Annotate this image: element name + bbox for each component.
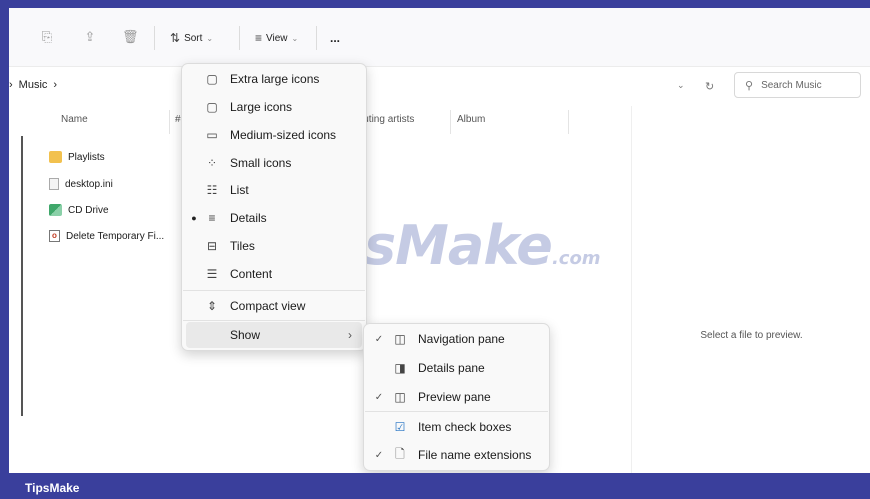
navigation-pane-edge bbox=[21, 136, 23, 416]
preview-pane: Select a file to preview. bbox=[631, 106, 870, 473]
footer-brand-text: TipsMake bbox=[25, 481, 80, 495]
address-bar-row: › Music › ⌄ ↻ ⚲ Search Music bbox=[9, 68, 870, 104]
menu-item-content[interactable]: ☰ Content bbox=[186, 261, 272, 287]
file-name: CD Drive bbox=[68, 204, 109, 216]
list-item[interactable]: desktop.ini bbox=[49, 175, 113, 193]
column-header-album[interactable]: Album bbox=[457, 114, 485, 125]
preview-placeholder-text: Select a file to preview. bbox=[700, 330, 803, 341]
view-icon: ≡ bbox=[255, 31, 263, 45]
menu-item-details-pane[interactable]: ◨ Details pane bbox=[368, 355, 484, 381]
search-icon: ⚲ bbox=[745, 79, 754, 92]
small-icons-icon: ⁘ bbox=[206, 156, 218, 170]
search-input[interactable]: ⚲ Search Music bbox=[734, 72, 861, 98]
file-name: Delete Temporary Fi... bbox=[66, 230, 165, 242]
checkmark-icon: ✓ bbox=[374, 391, 384, 403]
share-icon[interactable]: ⇪ bbox=[82, 29, 98, 45]
footer-bar: TipsMake bbox=[0, 473, 870, 499]
menu-separator bbox=[365, 411, 548, 412]
details-icon: ≡ bbox=[208, 211, 216, 225]
menu-item-small-icons[interactable]: ⁘ Small icons bbox=[186, 150, 291, 176]
file-name: desktop.ini bbox=[65, 178, 113, 190]
file-name: Playlists bbox=[68, 151, 105, 163]
tiles-icon: ⊟ bbox=[206, 239, 218, 253]
breadcrumb-separator: › bbox=[9, 79, 13, 91]
sort-button[interactable]: ⇅ Sort ⌄ bbox=[170, 27, 213, 49]
copy-icon[interactable]: ⎘ bbox=[39, 29, 55, 45]
column-header-name[interactable]: Name bbox=[61, 114, 88, 125]
menu-item-navigation-pane[interactable]: ✓ ◫ Navigation pane bbox=[368, 326, 505, 352]
toolbar-divider bbox=[316, 26, 317, 50]
menu-item-tiles[interactable]: ⊟ Tiles bbox=[186, 233, 255, 259]
ini-file-icon bbox=[49, 178, 59, 190]
details-pane-icon: ◨ bbox=[394, 361, 406, 375]
toolbar-divider bbox=[154, 26, 155, 50]
more-options-button[interactable]: ... bbox=[330, 27, 340, 49]
menu-separator bbox=[183, 320, 365, 321]
search-placeholder: Search Music bbox=[761, 79, 822, 91]
toolbar-divider bbox=[239, 26, 240, 50]
menu-item-medium-icons[interactable]: ▭ Medium-sized icons bbox=[186, 122, 336, 148]
refresh-icon[interactable]: ↻ bbox=[705, 80, 714, 93]
selected-bullet-icon: ● bbox=[191, 213, 197, 223]
cd-drive-icon bbox=[49, 204, 62, 216]
delete-icon[interactable]: 🗑 bbox=[122, 29, 139, 45]
item-check-boxes-icon: ☑ bbox=[394, 420, 406, 434]
checkmark-icon: ✓ bbox=[374, 333, 384, 345]
list-icon: ☷ bbox=[206, 183, 218, 197]
navigation-pane-icon: ◫ bbox=[394, 332, 406, 346]
chevron-right-icon: › bbox=[348, 328, 352, 342]
list-item[interactable]: CD Drive bbox=[49, 201, 109, 219]
breadcrumb-separator: › bbox=[53, 79, 58, 91]
monitor-icon: ▭ bbox=[206, 128, 218, 142]
breadcrumb-item-music[interactable]: Music bbox=[19, 79, 48, 91]
monitor-icon: ▢ bbox=[206, 100, 218, 114]
compact-view-icon: ⇕ bbox=[206, 299, 218, 313]
menu-item-show[interactable]: Show › bbox=[186, 322, 362, 348]
content-icon: ☰ bbox=[206, 267, 218, 281]
column-divider[interactable] bbox=[169, 110, 170, 134]
monitor-icon: ▢ bbox=[206, 72, 218, 86]
column-header-number[interactable]: # bbox=[175, 114, 181, 125]
menu-item-large-icons[interactable]: ▢ Large icons bbox=[186, 94, 292, 120]
chevron-down-icon: ⌄ bbox=[291, 33, 299, 43]
chevron-down-icon[interactable]: ⌄ bbox=[677, 80, 685, 91]
menu-item-list[interactable]: ☷ List bbox=[186, 177, 249, 203]
menu-separator bbox=[183, 290, 365, 291]
menu-item-compact-view[interactable]: ⇕ Compact view bbox=[186, 293, 305, 319]
menu-item-preview-pane[interactable]: ✓ ◫ Preview pane bbox=[368, 384, 491, 410]
show-submenu: ✓ ◫ Navigation pane ◨ Details pane ✓ ◫ P… bbox=[363, 323, 550, 471]
sort-label: Sort bbox=[184, 32, 203, 44]
list-item[interactable]: Playlists bbox=[49, 148, 105, 166]
column-divider[interactable] bbox=[450, 110, 451, 134]
office-file-icon: o bbox=[49, 230, 60, 242]
folder-icon bbox=[49, 151, 62, 163]
column-divider[interactable] bbox=[568, 110, 569, 134]
chevron-down-icon: ⌄ bbox=[206, 33, 214, 43]
command-bar: ⎘ ⇪ 🗑 ⇅ Sort ⌄ ≡ View ⌄ ... bbox=[9, 8, 870, 67]
view-button[interactable]: ≡ View ⌄ bbox=[255, 27, 298, 49]
menu-item-details[interactable]: ● ≡ Details bbox=[186, 205, 266, 231]
sort-icon: ⇅ bbox=[170, 31, 181, 45]
preview-pane-icon: ◫ bbox=[394, 390, 406, 404]
file-extension-icon: 🗋 bbox=[395, 446, 405, 461]
breadcrumb[interactable]: › Music › bbox=[9, 79, 57, 91]
list-item[interactable]: o Delete Temporary Fi... bbox=[49, 227, 164, 245]
checkmark-icon: ✓ bbox=[374, 449, 384, 461]
view-menu: ▢ Extra large icons ▢ Large icons ▭ Medi… bbox=[181, 63, 367, 351]
menu-item-file-name-extensions[interactable]: ✓ 🗋 File name extensions bbox=[368, 442, 532, 468]
menu-item-item-check-boxes[interactable]: ☑ Item check boxes bbox=[368, 414, 512, 440]
menu-item-extra-large-icons[interactable]: ▢ Extra large icons bbox=[186, 66, 319, 92]
view-label: View bbox=[266, 32, 288, 44]
